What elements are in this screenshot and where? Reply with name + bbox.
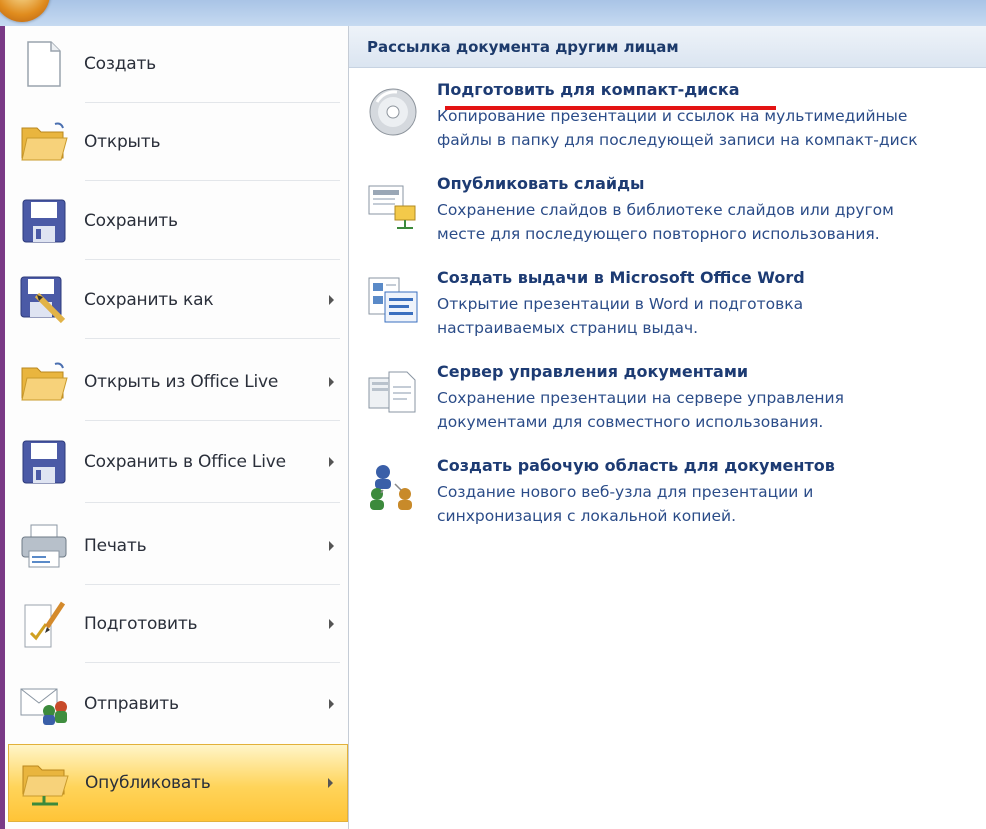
entry-description: Копирование презентации и ссылок на муль…	[437, 104, 986, 152]
menu-item-save-office-live[interactable]: Сохранить в Office Live	[8, 424, 348, 500]
entry-description-line: настраиваемых страниц выдач.	[437, 319, 699, 337]
entry-description-line: Открытие презентации в Word и подготовка	[437, 295, 804, 313]
workspace-users-icon	[365, 460, 421, 516]
menu-item-save-as[interactable]: Сохранить как	[8, 262, 348, 338]
entry-publish-slides[interactable]: Опубликовать слайды Сохранение слайдов в…	[359, 174, 986, 264]
new-document-icon	[18, 38, 70, 90]
cd-disc-icon	[365, 84, 421, 140]
entry-description: Сохранение слайдов в библиотеке слайдов …	[437, 198, 986, 246]
publish-slides-icon	[365, 178, 421, 234]
entry-description-line: месте для последующего повторного исполь…	[437, 225, 880, 243]
menu-separator	[85, 180, 340, 181]
menu-item-create[interactable]: Создать	[8, 26, 348, 102]
menu-separator	[85, 662, 340, 663]
entry-description-line: синхронизация с локальной копией.	[437, 507, 736, 525]
menu-item-label: Отправить	[84, 694, 179, 714]
menu-item-label: Создать	[84, 54, 157, 74]
entry-description: Сохранение презентации на сервере управл…	[437, 386, 986, 434]
send-icon	[18, 678, 70, 730]
menu-item-label: Сохранить	[84, 211, 178, 231]
entry-document-workspace[interactable]: Создать рабочую область для документов С…	[359, 456, 986, 546]
entry-package-for-cd[interactable]: Подготовить для компакт-диска Копировани…	[359, 80, 986, 170]
submenu-arrow-icon	[329, 295, 334, 305]
entry-title: Создать рабочую область для документов	[437, 456, 835, 475]
entry-description: Создание нового веб-узла для презентации…	[437, 480, 986, 528]
office-menu: Создать Открыть Сохранить Сохранить как	[5, 26, 986, 829]
publish-submenu-panel: Рассылка документа другим лицам Подготов…	[349, 26, 986, 829]
window-top-strip	[0, 0, 986, 26]
open-folder-icon	[18, 356, 70, 408]
prepare-document-icon	[18, 598, 70, 650]
menu-separator	[85, 420, 340, 421]
entry-description-line: Создание нового веб-узла для презентации…	[437, 483, 814, 501]
menu-item-label: Сохранить как	[84, 290, 214, 310]
submenu-arrow-icon	[329, 699, 334, 709]
menu-item-label: Подготовить	[84, 614, 198, 634]
document-server-icon	[365, 366, 421, 422]
submenu-arrow-icon	[329, 457, 334, 467]
submenu-arrow-icon	[329, 377, 334, 387]
menu-separator	[85, 259, 340, 260]
menu-item-label: Открыть из Office Live	[84, 372, 279, 392]
printer-icon	[18, 520, 70, 572]
word-handouts-icon	[365, 272, 421, 328]
menu-separator	[85, 338, 340, 339]
save-floppy-icon	[18, 195, 70, 247]
menu-separator	[85, 584, 340, 585]
publish-folder-icon	[19, 757, 71, 809]
entry-title: Опубликовать слайды	[437, 174, 645, 193]
menu-item-print[interactable]: Печать	[8, 508, 348, 584]
menu-separator	[85, 502, 340, 503]
entry-title: Создать выдачи в Microsoft Office Word	[437, 268, 805, 287]
entry-description-line: документами для совместного использовани…	[437, 413, 824, 431]
menu-item-prepare[interactable]: Подготовить	[8, 586, 348, 662]
panel-header: Рассылка документа другим лицам	[349, 26, 986, 68]
red-underline-annotation	[445, 106, 776, 110]
menu-item-label: Печать	[84, 536, 147, 556]
menu-item-save[interactable]: Сохранить	[8, 183, 348, 259]
menu-item-open-office-live[interactable]: Открыть из Office Live	[8, 344, 348, 420]
entry-document-server[interactable]: Сервер управления документами Сохранение…	[359, 362, 986, 452]
entry-description-line: файлы в папку для последующей записи на …	[437, 131, 918, 149]
entry-title: Подготовить для компакт-диска	[437, 80, 740, 99]
entry-title: Сервер управления документами	[437, 362, 749, 381]
entry-description-line: Сохранение презентации на сервере управл…	[437, 389, 844, 407]
entry-description: Открытие презентации в Word и подготовка…	[437, 292, 986, 340]
menu-separator	[85, 102, 340, 103]
save-floppy-icon	[18, 436, 70, 488]
entry-word-handouts[interactable]: Создать выдачи в Microsoft Office Word О…	[359, 268, 986, 358]
menu-item-open[interactable]: Открыть	[8, 104, 348, 180]
submenu-arrow-icon	[329, 619, 334, 629]
submenu-arrow-icon	[329, 541, 334, 551]
menu-item-label: Опубликовать	[85, 773, 211, 793]
menu-item-label: Сохранить в Office Live	[84, 452, 286, 472]
menu-item-send[interactable]: Отправить	[8, 666, 348, 742]
submenu-arrow-icon	[328, 778, 333, 788]
office-menu-commands: Создать Открыть Сохранить Сохранить как	[5, 26, 349, 829]
save-as-icon	[18, 274, 70, 326]
menu-item-publish[interactable]: Опубликовать	[8, 744, 348, 822]
entry-description-line: Сохранение слайдов в библиотеке слайдов …	[437, 201, 894, 219]
open-folder-icon	[18, 116, 70, 168]
menu-item-label: Открыть	[84, 132, 161, 152]
